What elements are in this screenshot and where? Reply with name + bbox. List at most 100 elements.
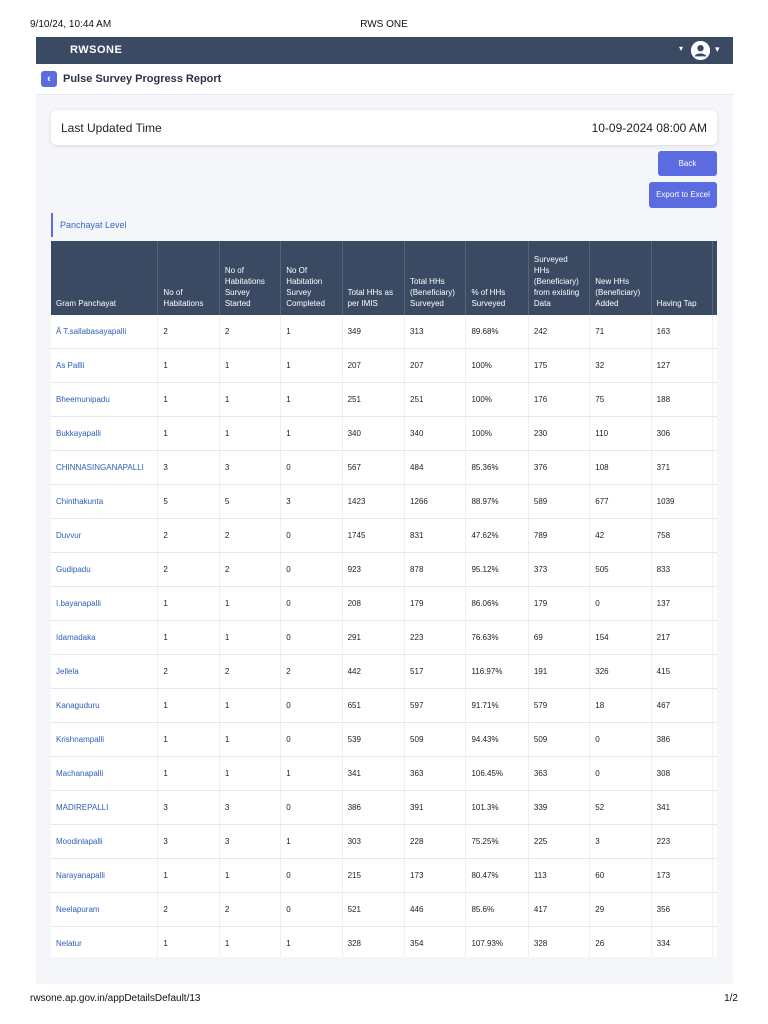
table-cell: 1	[157, 620, 220, 655]
column-header[interactable]: Having Tap	[651, 241, 714, 315]
user-avatar-icon[interactable]	[691, 41, 710, 60]
gram-panchayat-link[interactable]: Duvvur	[51, 518, 159, 553]
gram-panchayat-link[interactable]: Bheemunipadu	[51, 382, 159, 417]
gram-panchayat-link[interactable]: Idamadaka	[51, 620, 159, 655]
back-arrow-icon[interactable]: ‹	[41, 71, 57, 87]
gram-panchayat-link[interactable]: Â T.sallabasayapalli	[51, 315, 159, 349]
table-cell: 1	[280, 382, 343, 417]
gram-panchayat-link[interactable]: Moodinlapalli	[51, 824, 159, 859]
gram-panchayat-link[interactable]: Gudipadu	[51, 552, 159, 587]
table-cell: 328	[342, 926, 406, 957]
gram-panchayat-link[interactable]: Bukkayapalli	[51, 416, 159, 451]
print-url: rwsone.ap.gov.in/appDetailsDefault/13	[30, 993, 201, 1004]
table-cell: 2	[219, 518, 282, 553]
column-header[interactable]: Total HHs as per IMIS	[342, 241, 406, 315]
dropdown-caret-icon[interactable]: ▾	[679, 44, 683, 53]
table-cell: 3	[589, 824, 652, 859]
column-header[interactable]: No of Habitations	[157, 241, 220, 315]
table-cell: 363	[528, 756, 591, 791]
table-cell: 340	[342, 416, 406, 451]
table-cell: 509	[404, 722, 467, 757]
table-row: Neelapuram22052144685.6%4172935624	[51, 892, 717, 927]
gram-panchayat-link[interactable]: Krishnampalli	[51, 722, 159, 757]
table-cell: 10	[712, 926, 717, 957]
app-page: RWSONE ▾ ▾ ‹ Pulse Survey Progress Repor…	[36, 37, 733, 984]
brand-logo-text[interactable]: RWSONE	[70, 44, 122, 56]
table-cell: 1	[157, 756, 220, 791]
table-cell: 1039	[651, 484, 714, 519]
table-cell: 5	[219, 484, 282, 519]
table-cell: 116.97%	[465, 654, 529, 689]
table-cell: 334	[651, 926, 714, 957]
table-cell: 110	[589, 416, 652, 451]
user-menu-chevron-down-icon[interactable]: ▾	[715, 44, 720, 55]
table-cell: 833	[651, 552, 714, 587]
column-header[interactable]: % of HHs Surveyed	[465, 241, 529, 315]
table-cell: 0	[280, 620, 343, 655]
print-footer: rwsone.ap.gov.in/appDetailsDefault/13 1/…	[0, 993, 768, 1007]
table-cell: 341	[342, 756, 406, 791]
table-cell: 467	[651, 688, 714, 723]
table-cell: 1	[157, 416, 220, 451]
table-cell: 1	[157, 722, 220, 757]
table-cell: 163	[651, 315, 714, 349]
gram-panchayat-link[interactable]: Nelatur	[51, 926, 159, 957]
table-cell: 2	[219, 654, 282, 689]
gram-panchayat-link[interactable]: Jellela	[51, 654, 159, 689]
gram-panchayat-link[interactable]: MADIREPALLI	[51, 790, 159, 825]
table-row: Gudipadu22092387895.12%37350583343	[51, 552, 717, 587]
table-cell: 3	[219, 790, 282, 825]
gram-panchayat-link[interactable]: Chinthakunta	[51, 484, 159, 519]
table-cell: 0	[712, 450, 717, 485]
table-cell: 251	[404, 382, 467, 417]
table-cell: 505	[589, 552, 652, 587]
table-row: Â T.sallabasayapalli 2 2 1 349 313 89.68% 242 71…	[51, 315, 717, 349]
table-row: MADIREPALLI330386391101.3%339523410	[51, 790, 717, 825]
table-row: Idamadaka11029122376.63%691542173	[51, 620, 717, 655]
table-cell: 567	[342, 450, 406, 485]
column-header[interactable]: Surveyed HHs (Beneficiary) from existing…	[528, 241, 591, 315]
export-to-excel-button[interactable]: Export to Excel	[649, 182, 717, 208]
table-cell: 923	[342, 552, 406, 587]
gram-panchayat-link[interactable]: Machanapalli	[51, 756, 159, 791]
table-cell: 1	[280, 824, 343, 859]
gram-panchayat-link[interactable]: Kanaguduru	[51, 688, 159, 723]
last-updated-label: Last Updated Time	[61, 121, 162, 135]
table-cell: 371	[651, 450, 714, 485]
table-scroll-container[interactable]: Gram Panchayat No of Habitations No of Hab…	[51, 241, 717, 957]
table-cell: 89.68%	[465, 315, 529, 349]
gram-panchayat-link[interactable]: CHINNASINGANAPALLI	[51, 450, 159, 485]
table-cell: 1	[157, 348, 220, 383]
table-cell: 2	[157, 315, 220, 349]
table-cell: 363	[404, 756, 467, 791]
table-cell: 100%	[465, 416, 529, 451]
table-cell: 242	[528, 315, 591, 349]
back-button[interactable]: Back	[658, 151, 717, 176]
table-cell: 0	[712, 315, 717, 349]
column-header[interactable]: New HHs (Beneficiary) Added	[589, 241, 652, 315]
column-header[interactable]: No of Habitations Survey Started	[219, 241, 282, 315]
table-cell: 86.06%	[465, 586, 529, 621]
table-cell: 85.36%	[465, 450, 529, 485]
column-header[interactable]: Gram Panchayat	[51, 241, 159, 315]
table-cell: 2	[157, 518, 220, 553]
column-header[interactable]: Total HHs (Beneficiary) Surveyed	[404, 241, 467, 315]
table-cell: 1423	[342, 484, 406, 519]
table-cell: 579	[528, 688, 591, 723]
table-cell: 251	[342, 382, 406, 417]
table-row: Kanaguduru11065159791.71%5791846720	[51, 688, 717, 723]
table-cell: 1	[219, 416, 282, 451]
gram-panchayat-link[interactable]: I.bayanapalli	[51, 586, 159, 621]
gram-panchayat-link[interactable]: As Pallli	[51, 348, 159, 383]
table-cell: 386	[651, 722, 714, 757]
gram-panchayat-link[interactable]: Neelapuram	[51, 892, 159, 927]
table-cell: 175	[528, 348, 591, 383]
column-header[interactable]: Not Having Tap	[712, 241, 717, 315]
print-doc-title: RWS ONE	[360, 19, 408, 30]
table-cell: 373	[528, 552, 591, 587]
gram-panchayat-link[interactable]: Narayanapalli	[51, 858, 159, 893]
column-header[interactable]: No Of Habitation Survey Completed	[280, 241, 343, 315]
table-row: Chinthakunta5531423126688.97%58967710391…	[51, 484, 717, 519]
table-cell: 0	[280, 892, 343, 927]
table-cell: 1	[219, 586, 282, 621]
